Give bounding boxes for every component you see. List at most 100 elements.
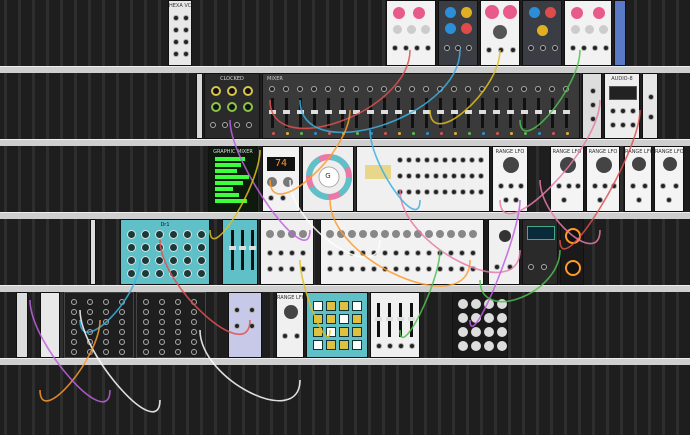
- knob[interactable]: [469, 230, 477, 238]
- knob[interactable]: [284, 305, 298, 319]
- jack[interactable]: [87, 299, 93, 305]
- jack[interactable]: [590, 116, 596, 122]
- module-pink-voice-1[interactable]: [386, 0, 436, 66]
- knob[interactable]: [484, 327, 494, 337]
- jack[interactable]: [338, 250, 344, 256]
- jack[interactable]: [648, 114, 654, 120]
- jack[interactable]: [159, 309, 165, 315]
- jack[interactable]: [415, 189, 421, 195]
- fader[interactable]: [479, 98, 486, 128]
- knob[interactable]: [267, 177, 277, 187]
- jack[interactable]: [507, 86, 513, 92]
- jack[interactable]: [610, 108, 616, 114]
- jack[interactable]: [437, 250, 443, 256]
- module-mixer-matrix[interactable]: MIXER: [262, 73, 580, 139]
- jack[interactable]: [175, 309, 181, 315]
- knob[interactable]: [471, 327, 481, 337]
- knob[interactable]: [425, 230, 433, 238]
- knob[interactable]: [458, 230, 466, 238]
- jack[interactable]: [392, 45, 398, 51]
- jack[interactable]: [415, 250, 421, 256]
- module-dark-voice-2[interactable]: [522, 0, 562, 66]
- rack-workspace[interactable]: HEXA VCA: [0, 0, 690, 435]
- jack[interactable]: [459, 266, 465, 272]
- jack[interactable]: [478, 157, 484, 163]
- jack[interactable]: [498, 47, 504, 53]
- jack[interactable]: [294, 333, 300, 339]
- module-range-lfo-4[interactable]: RANGE LFO: [624, 146, 652, 212]
- fader[interactable]: [423, 98, 430, 128]
- jack[interactable]: [460, 173, 466, 179]
- jack[interactable]: [451, 189, 457, 195]
- jack[interactable]: [426, 250, 432, 256]
- jack[interactable]: [409, 343, 415, 349]
- module-lavender[interactable]: [228, 292, 262, 358]
- jack[interactable]: [143, 319, 149, 325]
- jack[interactable]: [143, 299, 149, 305]
- jack[interactable]: [249, 307, 255, 313]
- jack[interactable]: [183, 51, 189, 57]
- knob[interactable]: [227, 86, 237, 96]
- jack[interactable]: [71, 329, 77, 335]
- knob[interactable]: [243, 86, 253, 96]
- jack[interactable]: [414, 45, 420, 51]
- jack[interactable]: [119, 319, 125, 325]
- jack[interactable]: [528, 264, 534, 270]
- knob[interactable]: [141, 269, 150, 278]
- jack[interactable]: [289, 250, 295, 256]
- jack[interactable]: [590, 88, 596, 94]
- jack[interactable]: [535, 86, 541, 92]
- jack[interactable]: [494, 264, 500, 270]
- fader[interactable]: [283, 98, 290, 128]
- fader[interactable]: [297, 98, 304, 128]
- jack[interactable]: [479, 86, 485, 92]
- jack[interactable]: [278, 266, 284, 272]
- jack[interactable]: [510, 47, 516, 53]
- jack[interactable]: [448, 250, 454, 256]
- fader[interactable]: [249, 230, 256, 270]
- module-graphic-mixer[interactable]: GRAPHIC MIXER: [208, 146, 258, 212]
- jack[interactable]: [620, 108, 626, 114]
- jack[interactable]: [159, 349, 165, 355]
- jack[interactable]: [469, 189, 475, 195]
- jack[interactable]: [602, 183, 608, 189]
- jack[interactable]: [87, 349, 93, 355]
- fader[interactable]: [535, 98, 542, 128]
- jack[interactable]: [268, 195, 274, 201]
- pad-button[interactable]: [326, 340, 336, 350]
- knob[interactable]: [565, 228, 581, 244]
- jack[interactable]: [415, 173, 421, 179]
- jack[interactable]: [466, 45, 472, 51]
- jack[interactable]: [507, 264, 513, 270]
- knob[interactable]: [299, 230, 307, 238]
- jack[interactable]: [371, 266, 377, 272]
- knob[interactable]: [141, 243, 150, 252]
- module-white-small[interactable]: [488, 219, 520, 285]
- jack[interactable]: [175, 339, 181, 345]
- fader[interactable]: [386, 303, 393, 337]
- knob[interactable]: [127, 256, 136, 265]
- module-range-lfo-5[interactable]: RANGE LFO: [654, 146, 684, 212]
- jack[interactable]: [437, 86, 443, 92]
- jack[interactable]: [478, 173, 484, 179]
- fader[interactable]: [408, 303, 415, 337]
- jack[interactable]: [103, 329, 109, 335]
- jack[interactable]: [404, 266, 410, 272]
- knob[interactable]: [458, 341, 468, 351]
- jack[interactable]: [503, 197, 509, 203]
- jack[interactable]: [234, 122, 240, 128]
- jack[interactable]: [424, 173, 430, 179]
- module-audio-8[interactable]: AUDIO-8: [604, 73, 640, 139]
- knob[interactable]: [436, 230, 444, 238]
- jack[interactable]: [465, 86, 471, 92]
- knob[interactable]: [211, 86, 221, 96]
- jack[interactable]: [382, 250, 388, 256]
- pad-button[interactable]: [352, 314, 362, 324]
- jack[interactable]: [269, 86, 275, 92]
- jack[interactable]: [518, 183, 524, 189]
- knob[interactable]: [197, 269, 206, 278]
- fader[interactable]: [311, 98, 318, 128]
- knob[interactable]: [141, 256, 150, 265]
- jack[interactable]: [549, 86, 555, 92]
- jack[interactable]: [71, 319, 77, 325]
